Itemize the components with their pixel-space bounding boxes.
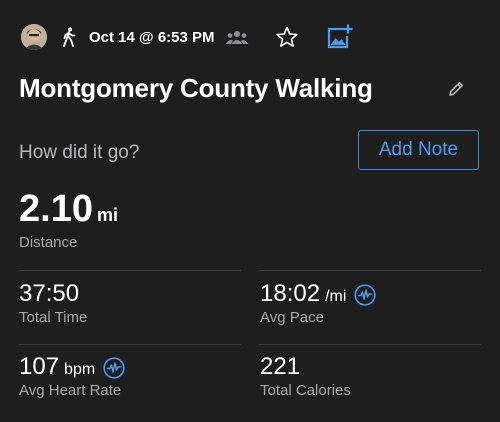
avg-pace-value: 18:02 /mi (260, 280, 376, 308)
divider (19, 344, 241, 345)
walking-icon (63, 27, 76, 47)
avg-heart-rate-label: Avg Heart Rate (19, 382, 122, 399)
divider (19, 270, 241, 271)
activity-date: Oct 14 @ 6:53 PM (89, 29, 215, 46)
total-calories-value: 221 (260, 353, 301, 380)
add-note-button[interactable]: Add Note (358, 130, 479, 170)
distance-number: 2.10 (19, 188, 93, 230)
activity-title: Montgomery County Walking (19, 73, 373, 103)
avg-pace-label: Avg Pace (260, 309, 324, 326)
pace-chart-icon[interactable] (354, 284, 376, 306)
distance-label: Distance (19, 234, 78, 251)
add-photo-icon[interactable] (326, 23, 353, 50)
total-calories-label: Total Calories (260, 382, 351, 399)
heart-rate-chart-icon[interactable] (103, 357, 125, 379)
total-time-label: Total Time (19, 309, 88, 326)
activity-header: Oct 14 @ 6:53 PM (0, 0, 500, 76)
star-icon[interactable] (275, 25, 299, 49)
avatar[interactable] (21, 24, 47, 50)
how-did-it-go-prompt: How did it go? (19, 142, 140, 163)
avg-heart-rate-value: 107 bpm (19, 353, 125, 381)
people-icon[interactable] (225, 30, 249, 46)
divider (259, 270, 481, 271)
divider (259, 344, 481, 345)
distance-value: 2.10 mi (19, 188, 118, 231)
edit-pencil-icon[interactable] (447, 80, 465, 98)
distance-unit: mi (96, 205, 118, 225)
total-time-value: 37:50 (19, 280, 80, 307)
